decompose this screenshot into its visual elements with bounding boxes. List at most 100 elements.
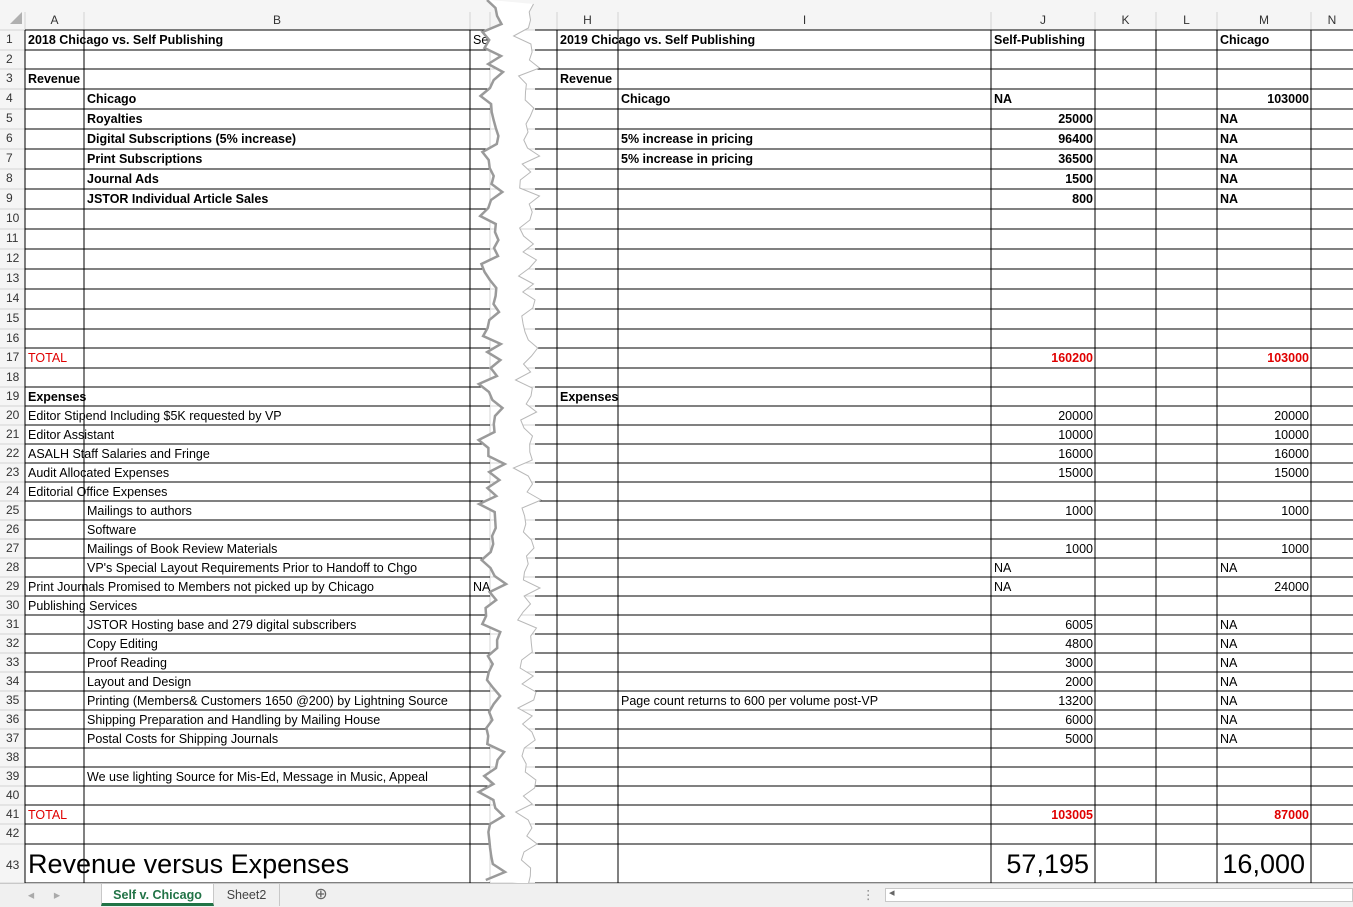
add-sheet-icon[interactable]: ⊕ [310,884,332,906]
cell-a22[interactable]: ASALH Staff Salaries and Fringe [26,445,470,463]
cell-m34[interactable]: NA [1218,673,1311,691]
cell-b37[interactable]: Postal Costs for Shipping Journals [85,730,470,748]
cell-m27[interactable]: 1000 [1218,540,1311,558]
cell-j43[interactable]: 57,195 [992,844,1095,883]
cell-b28[interactable]: VP's Special Layout Requirements Prior t… [85,559,470,577]
cell-m21[interactable]: 10000 [1218,426,1311,444]
cell-b25[interactable]: Mailings to authors [85,502,470,520]
cell-b5[interactable]: Royalties [85,110,470,129]
row-header-41[interactable]: 41 [6,805,19,823]
cell-h19[interactable]: Expenses [558,388,991,406]
cell-m41[interactable]: 87000 [1218,806,1311,824]
row-header-25[interactable]: 25 [6,501,19,519]
cell-j32[interactable]: 4800 [992,635,1095,653]
cell-h1[interactable]: 2019 Chicago vs. Self Publishing [558,31,991,50]
cell-j28[interactable]: NA [992,559,1095,577]
cell-j1[interactable]: Self-Publishing [992,31,1095,50]
column-header-j[interactable]: J [991,11,1095,29]
row-header-5[interactable]: 5 [6,109,13,127]
cell-c1[interactable]: Se [471,31,492,50]
row-header-7[interactable]: 7 [6,149,13,167]
cell-b31[interactable]: JSTOR Hosting base and 279 digital subsc… [85,616,470,634]
tab-scroll-left-icon[interactable]: ◂ [24,884,38,906]
cell-m23[interactable]: 15000 [1218,464,1311,482]
cell-j20[interactable]: 20000 [992,407,1095,425]
row-header-11[interactable]: 11 [6,229,18,247]
cell-b32[interactable]: Copy Editing [85,635,470,653]
cell-j9[interactable]: 800 [992,190,1095,209]
cell-a30[interactable]: Publishing Services [26,597,470,615]
cell-i35[interactable]: Page count returns to 600 per volume pos… [619,692,991,710]
cell-b9[interactable]: JSTOR Individual Article Sales [85,190,470,209]
row-header-43[interactable]: 43 [6,856,19,874]
cell-m8[interactable]: NA [1218,170,1311,189]
cell-j41[interactable]: 103005 [992,806,1095,824]
row-header-2[interactable]: 2 [6,50,13,68]
column-header-k[interactable]: K [1095,11,1156,29]
cell-b35[interactable]: Printing (Members& Customers 1650 @200) … [85,692,470,710]
row-header-37[interactable]: 37 [6,729,19,747]
row-header-33[interactable]: 33 [6,653,19,671]
tab-sheet2[interactable]: Sheet2 [214,884,280,906]
cell-m32[interactable]: NA [1218,635,1311,653]
cell-j29[interactable]: NA [992,578,1095,596]
cell-m31[interactable]: NA [1218,616,1311,634]
cell-a20[interactable]: Editor Stipend Including $5K requested b… [26,407,470,425]
cell-m28[interactable]: NA [1218,559,1311,577]
cell-m22[interactable]: 16000 [1218,445,1311,463]
cell-j37[interactable]: 5000 [992,730,1095,748]
cell-m29[interactable]: 24000 [1218,578,1311,596]
hscroll-bar[interactable]: ◂ [885,887,1353,902]
column-header-i[interactable]: I [618,11,991,29]
cell-i7[interactable]: 5% increase in pricing [619,150,991,169]
cell-j23[interactable]: 15000 [992,464,1095,482]
cell-m7[interactable]: NA [1218,150,1311,169]
cell-a21[interactable]: Editor Assistant [26,426,470,444]
cell-i6[interactable]: 5% increase in pricing [619,130,991,149]
cell-a24[interactable]: Editorial Office Expenses [26,483,470,501]
row-header-21[interactable]: 21 [6,425,19,443]
cell-m1[interactable]: Chicago [1218,31,1311,50]
row-header-24[interactable]: 24 [6,482,19,500]
cell-j7[interactable]: 36500 [992,150,1095,169]
cell-b27[interactable]: Mailings of Book Review Materials [85,540,470,558]
cell-j35[interactable]: 13200 [992,692,1095,710]
cell-j34[interactable]: 2000 [992,673,1095,691]
row-header-17[interactable]: 17 [6,348,19,366]
row-header-26[interactable]: 26 [6,520,19,538]
row-header-19[interactable]: 19 [6,387,19,405]
cell-m6[interactable]: NA [1218,130,1311,149]
row-header-16[interactable]: 16 [6,329,19,347]
cell-a43[interactable]: Revenue versus Expenses [26,844,470,883]
cell-j36[interactable]: 6000 [992,711,1095,729]
row-header-20[interactable]: 20 [6,406,19,424]
cell-b4[interactable]: Chicago [85,90,470,109]
row-header-12[interactable]: 12 [6,249,19,267]
cell-j6[interactable]: 96400 [992,130,1095,149]
cell-m25[interactable]: 1000 [1218,502,1311,520]
cell-m9[interactable]: NA [1218,190,1311,209]
tab-self-v-chicago[interactable]: Self v. Chicago [101,884,214,906]
row-header-28[interactable]: 28 [6,558,19,576]
column-header-n[interactable]: N [1311,11,1353,29]
column-header-b[interactable]: B [84,11,470,29]
column-header-a[interactable]: A [25,11,84,29]
row-header-14[interactable]: 14 [6,289,19,307]
cell-m17[interactable]: 103000 [1218,349,1311,368]
row-header-8[interactable]: 8 [6,169,13,187]
cell-j5[interactable]: 25000 [992,110,1095,129]
column-header-h[interactable]: H [557,11,618,29]
cell-j31[interactable]: 6005 [992,616,1095,634]
cell-j33[interactable]: 3000 [992,654,1095,672]
cell-a23[interactable]: Audit Allocated Expenses [26,464,470,482]
cell-b7[interactable]: Print Subscriptions [85,150,470,169]
cell-a17[interactable]: TOTAL [26,349,470,368]
cell-m37[interactable]: NA [1218,730,1311,748]
cell-a3[interactable]: Revenue [26,70,470,89]
cell-b33[interactable]: Proof Reading [85,654,470,672]
row-header-22[interactable]: 22 [6,444,19,462]
row-header-35[interactable]: 35 [6,691,19,709]
cell-m20[interactable]: 20000 [1218,407,1311,425]
row-header-38[interactable]: 38 [6,748,19,766]
row-header-3[interactable]: 3 [6,69,13,87]
